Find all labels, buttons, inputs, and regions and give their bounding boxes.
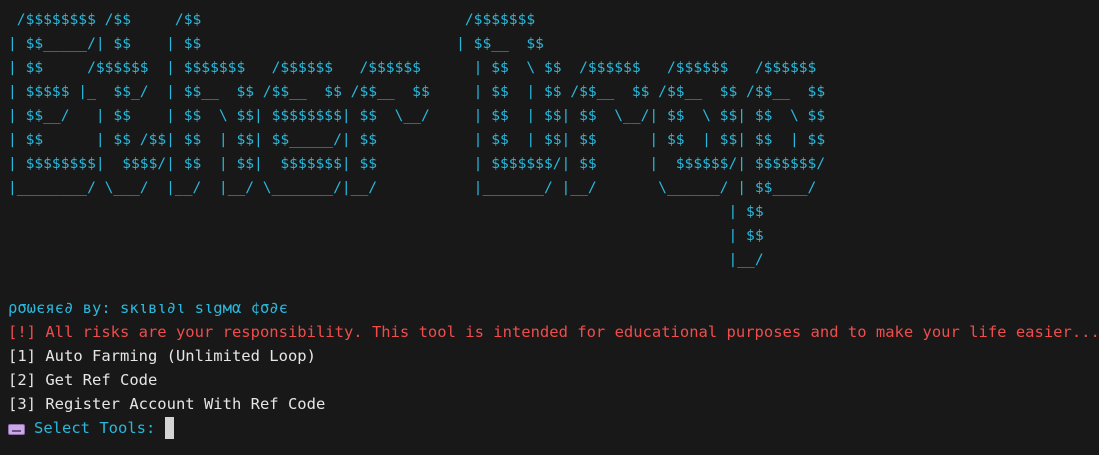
keyboard-icon <box>8 423 25 435</box>
warning-message: [!] All risks are your responsibility. T… <box>8 323 1099 341</box>
text-cursor[interactable] <box>165 417 175 439</box>
input-prompt[interactable]: Select Tools: <box>8 416 1099 440</box>
menu-item-register-account: [3] Register Account With Ref Code <box>8 395 326 413</box>
terminal-window[interactable]: /$$$$$$$$ /$$ /$$ /$$$$$$$ | $$_____/| $… <box>0 0 1099 455</box>
powered-by-text: ρσωєяє∂ ву: ѕкιвι∂ι ѕιgмα ¢σ∂є <box>8 299 288 317</box>
menu-item-auto-farming: [1] Auto Farming (Unlimited Loop) <box>8 347 316 365</box>
ascii-banner: /$$$$$$$$ /$$ /$$ /$$$$$$$ | $$_____/| $… <box>8 11 826 268</box>
menu-item-get-ref-code: [2] Get Ref Code <box>8 371 158 389</box>
prompt-label: Select Tools: <box>34 419 156 437</box>
